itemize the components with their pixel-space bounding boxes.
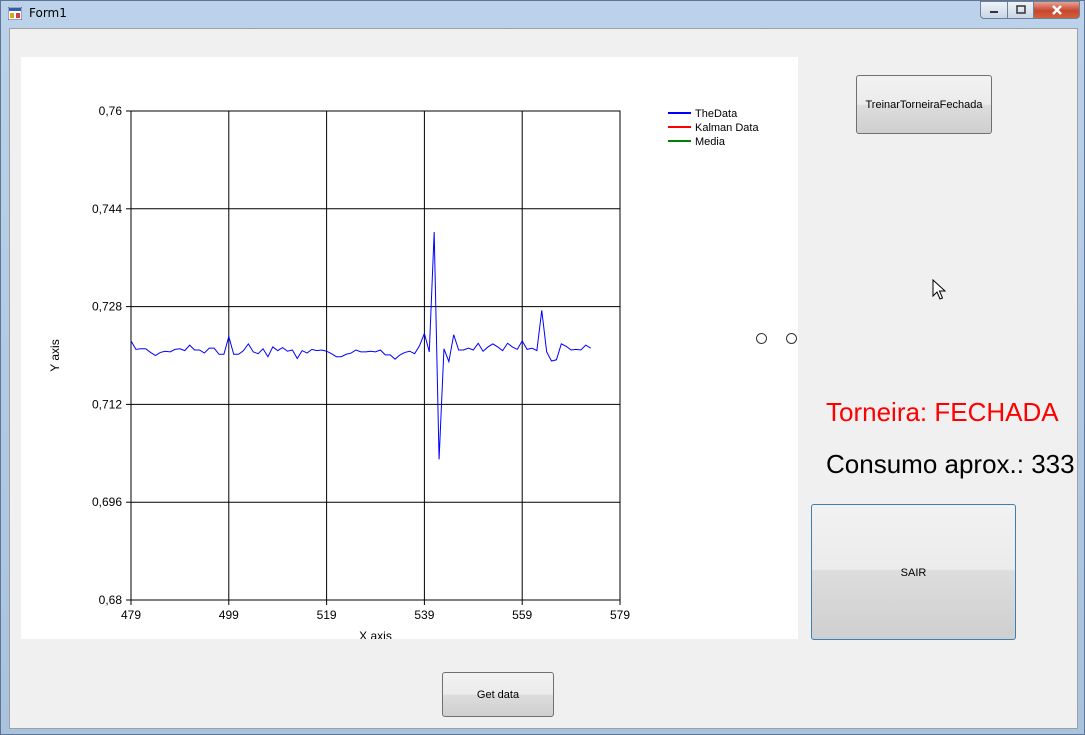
x-tick-label: 479 — [121, 608, 141, 622]
minimize-icon — [990, 11, 998, 13]
y-tick-label: 0,696 — [92, 495, 122, 509]
plot-area — [130, 110, 621, 601]
minimize-button[interactable] — [980, 1, 1008, 19]
y-tick-label: 0,712 — [92, 397, 122, 411]
torneira-status-label: Torneira: FECHADA — [826, 397, 1059, 427]
close-icon — [1051, 5, 1062, 15]
consumo-label: Consumo aprox.: 333 — [826, 449, 1075, 479]
y-tick-label: 0,76 — [99, 104, 123, 118]
maximize-icon — [1015, 5, 1026, 14]
x-tick-label: 559 — [512, 608, 532, 622]
x-tick-label: 539 — [414, 608, 434, 622]
main-window: Form1 479 499 519 539 559 579 0,76 0,744 0,728 0,… — [0, 0, 1085, 735]
y-axis-label: Y axis — [48, 339, 62, 371]
maximize-button[interactable] — [1007, 1, 1034, 19]
x-tick-label: 499 — [219, 608, 239, 622]
get-data-button-label: Get data — [476, 688, 520, 701]
legend-entry: Kalman Data — [695, 122, 759, 134]
get-data-button[interactable]: Get data — [442, 672, 554, 717]
sair-button-label: SAIR — [900, 567, 927, 579]
window-title: Form1 — [29, 6, 67, 20]
radio-button-2[interactable] — [786, 333, 797, 344]
x-tick-label: 579 — [610, 608, 630, 622]
treinar-torneira-fechada-button[interactable]: TreinarTorneiraFechada — [856, 75, 992, 134]
close-button[interactable] — [1033, 1, 1080, 19]
x-axis-label: X axis — [359, 629, 392, 639]
y-tick-label: 0,728 — [92, 300, 122, 314]
chart-panel: 479 499 519 539 559 579 0,76 0,744 0,728 0,712 0,6… — [21, 57, 798, 639]
app-icon — [8, 7, 22, 20]
line-chart: 479 499 519 539 559 579 0,76 0,744 0,728 0,712 0,6… — [48, 104, 759, 639]
sair-button[interactable]: SAIR — [811, 504, 1016, 640]
form-client-area: 479 499 519 539 559 579 0,76 0,744 0,728 0,712 0,6… — [9, 28, 1078, 729]
mouse-cursor-icon — [932, 279, 947, 300]
title-bar[interactable]: Form1 — [1, 1, 1084, 27]
radio-button-1[interactable] — [756, 333, 767, 344]
x-tick-label: 519 — [317, 608, 337, 622]
y-tick-label: 0,68 — [99, 593, 123, 607]
legend-entry: Media — [695, 136, 726, 148]
treinar-button-label: TreinarTorneiraFechada — [865, 98, 983, 111]
y-tick-label: 0,744 — [92, 202, 122, 216]
legend-entry: TheData — [695, 108, 738, 120]
